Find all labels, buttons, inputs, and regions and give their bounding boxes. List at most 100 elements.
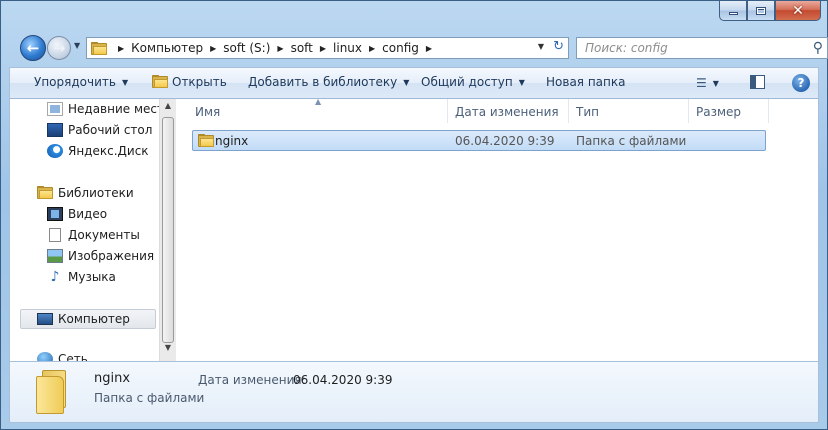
- new-folder-button[interactable]: Новая папка: [546, 75, 625, 89]
- sidebar-item-recent[interactable]: Недавние места: [47, 99, 171, 119]
- chevron-down-icon: ▼: [121, 77, 129, 87]
- details-modified-value: 06.04.2020 9:39: [293, 373, 393, 387]
- preview-pane-button[interactable]: [750, 75, 765, 89]
- open-label: Открыть: [172, 75, 227, 89]
- chevron-right-icon[interactable]: ▶: [315, 44, 331, 53]
- navigation-bar: ← → ▼ ▶ Компьютер ▶ soft (S:) ▶ soft ▶ l…: [17, 33, 828, 63]
- breadcrumb-linux[interactable]: linux: [331, 41, 364, 55]
- navigation-scrollbar[interactable]: ▲ ▼: [159, 99, 176, 361]
- arrow-right-icon: →: [52, 39, 66, 57]
- breadcrumb-soft[interactable]: soft: [289, 41, 315, 55]
- column-size[interactable]: Размер: [696, 105, 741, 119]
- search-input[interactable]: Поиск: config ⚲: [576, 37, 828, 59]
- desktop-icon: [47, 123, 63, 137]
- address-history-dropdown[interactable]: ▼: [538, 42, 544, 51]
- chevron-down-icon: ▼: [518, 77, 525, 87]
- pictures-icon: [47, 249, 63, 263]
- scroll-up-icon[interactable]: ▲: [160, 101, 176, 117]
- sidebar-item-label: Компьютер: [58, 312, 130, 326]
- video-icon: [47, 207, 63, 221]
- chevron-right-icon[interactable]: ▶: [205, 44, 221, 53]
- back-button[interactable]: ←: [20, 35, 46, 61]
- share-button[interactable]: Общий доступ ▼: [421, 75, 525, 89]
- breadcrumb-config[interactable]: config: [380, 41, 421, 55]
- address-bar[interactable]: ▶ Компьютер ▶ soft (S:) ▶ soft ▶ linux ▶…: [86, 37, 569, 59]
- sidebar-item-label: Музыка: [68, 270, 116, 284]
- change-view-button[interactable]: ☰ ▼: [696, 76, 719, 90]
- chevron-right-icon[interactable]: ▶: [364, 44, 380, 53]
- sidebar-item-label: Рабочий стол: [68, 123, 153, 137]
- chevron-right-icon[interactable]: ▶: [113, 44, 129, 53]
- details-name: nginx: [94, 371, 131, 386]
- breadcrumb: ▶ Компьютер ▶ soft (S:) ▶ soft ▶ linux ▶…: [113, 41, 437, 55]
- refresh-icon[interactable]: ↻: [553, 39, 564, 54]
- maximize-button[interactable]: [747, 1, 775, 21]
- recent-pages-dropdown[interactable]: ▼: [74, 41, 80, 50]
- sidebar-item-music[interactable]: ♪ Музыка: [47, 267, 116, 287]
- recent-places-icon: [47, 102, 63, 116]
- sidebar-item-libraries[interactable]: Библиотеки: [37, 183, 134, 203]
- window-caption-buttons: ✕: [719, 1, 821, 21]
- column-divider[interactable]: [768, 99, 769, 123]
- add-to-library-button[interactable]: Добавить в библиотеку ▼: [248, 75, 409, 89]
- sidebar-item-label: Видео: [68, 207, 108, 221]
- share-label: Общий доступ: [421, 75, 513, 89]
- sort-ascending-icon: ▲: [315, 97, 322, 106]
- scroll-down-icon[interactable]: ▼: [160, 343, 176, 359]
- libraries-icon: [37, 186, 53, 200]
- help-button[interactable]: ?: [792, 74, 810, 92]
- network-icon: [37, 352, 53, 361]
- column-divider[interactable]: [568, 99, 569, 123]
- sidebar-item-computer[interactable]: Компьютер: [20, 309, 156, 329]
- sidebar-item-label: Библиотеки: [58, 186, 134, 200]
- sidebar-item-label: Сеть: [58, 352, 88, 361]
- open-button[interactable]: Открыть: [152, 75, 227, 89]
- scrollbar-thumb[interactable]: [162, 117, 174, 343]
- minimize-icon: [728, 12, 738, 15]
- arrow-left-icon: ←: [26, 39, 40, 57]
- table-row[interactable]: nginx 06.04.2020 9:39 Папка с файлами: [192, 130, 766, 151]
- details-modified-label: Дата изменения:: [198, 373, 306, 387]
- breadcrumb-drive[interactable]: soft (S:): [221, 41, 272, 55]
- search-icon[interactable]: ⚲: [813, 40, 823, 56]
- sidebar-item-documents[interactable]: Документы: [47, 225, 140, 245]
- column-divider[interactable]: [688, 99, 689, 123]
- navigation-pane: Недавние места Рабочий стол Яндекс.Диск …: [10, 99, 177, 361]
- file-modified: 06.04.2020 9:39: [455, 134, 555, 148]
- column-date-modified[interactable]: Дата изменения: [455, 105, 559, 119]
- sidebar-item-label: Яндекс.Диск: [68, 144, 149, 158]
- sidebar-item-label: Документы: [68, 228, 140, 242]
- column-type[interactable]: Тип: [576, 105, 599, 119]
- file-type: Папка с файлами: [576, 134, 687, 148]
- sidebar-item-label: Изображения: [68, 249, 155, 263]
- search-placeholder: Поиск: config: [585, 41, 668, 55]
- music-icon: ♪: [50, 269, 60, 285]
- chevron-down-icon: ▼: [712, 78, 719, 88]
- sidebar-item-desktop[interactable]: Рабочий стол: [47, 120, 152, 140]
- breadcrumb-computer[interactable]: Компьютер: [129, 41, 205, 55]
- sidebar-item-label: Недавние места: [68, 102, 172, 116]
- sidebar-item-network[interactable]: Сеть: [37, 349, 88, 361]
- chevron-right-icon[interactable]: ▶: [421, 44, 437, 53]
- column-divider[interactable]: [447, 99, 448, 123]
- sidebar-item-yandex-disk[interactable]: Яндекс.Диск: [47, 141, 149, 161]
- close-icon: ✕: [792, 2, 804, 19]
- main-content: Недавние места Рабочий стол Яндекс.Диск …: [9, 97, 819, 361]
- help-icon: ?: [797, 76, 805, 90]
- forward-button[interactable]: →: [47, 36, 71, 60]
- details-type: Папка с файлами: [94, 391, 205, 405]
- minimize-button[interactable]: [719, 1, 747, 21]
- chevron-right-icon[interactable]: ▶: [272, 44, 288, 53]
- file-name: nginx: [215, 134, 249, 148]
- sidebar-item-pictures[interactable]: Изображения: [47, 246, 154, 266]
- sidebar-item-video[interactable]: Видео: [47, 204, 107, 224]
- column-headers: ▲ Имя Дата изменения Тип Размер: [177, 97, 818, 125]
- close-button[interactable]: ✕: [775, 1, 821, 21]
- open-folder-icon: [152, 75, 168, 89]
- yandex-disk-icon: [47, 144, 63, 158]
- maximize-icon: [756, 6, 766, 15]
- command-bar: Упорядочить ▼ Открыть Добавить в библиот…: [9, 67, 819, 99]
- organize-button[interactable]: Упорядочить ▼: [34, 75, 128, 89]
- column-name[interactable]: Имя: [195, 105, 220, 119]
- documents-icon: [49, 228, 61, 242]
